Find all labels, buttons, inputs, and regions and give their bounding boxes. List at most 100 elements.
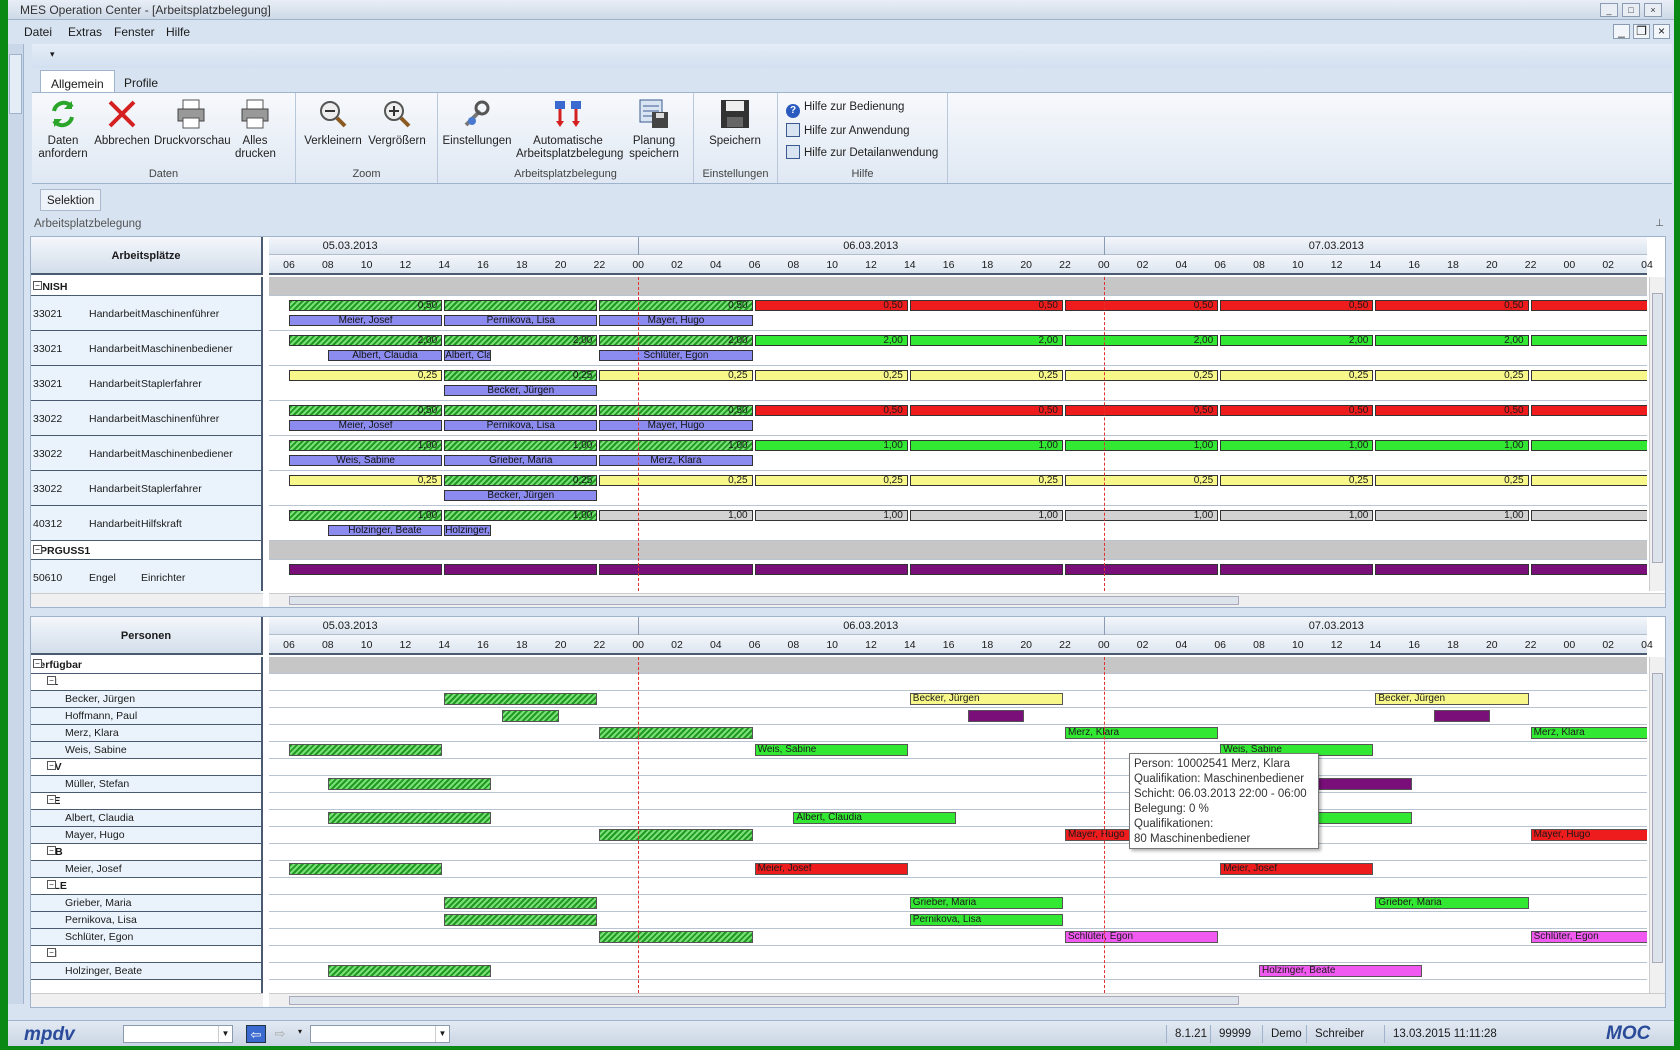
capacity-bar[interactable]: 1,00 — [754, 510, 908, 521]
menu-datei[interactable]: Datei — [24, 25, 52, 39]
collapse-icon[interactable]: − — [47, 846, 56, 855]
einstellungen-button[interactable]: Einstellungen — [442, 97, 512, 148]
hilfe-detail-link[interactable]: Hilfe zur Detailanwendung — [786, 145, 938, 159]
assigned-person-bar[interactable]: Becker, Jürgen — [444, 385, 598, 396]
assigned-person-bar[interactable]: Holzinger, Beate — [327, 525, 443, 536]
chevron-down-icon[interactable]: ▼ — [218, 1026, 232, 1042]
capacity-bar[interactable]: 0,50 — [1375, 300, 1529, 311]
capacity-bar[interactable] — [289, 564, 443, 575]
shift-bar[interactable] — [289, 744, 443, 756]
capacity-bar[interactable]: 0,25 — [1375, 370, 1529, 381]
top-vertical-scrollbar[interactable] — [1649, 277, 1665, 591]
shift-bar[interactable]: Schlüter, Egon — [1530, 931, 1647, 943]
capacity-bar[interactable]: 2,00 — [1220, 335, 1374, 346]
capacity-bar[interactable]: 0,25 — [1220, 475, 1374, 486]
verkleinern-button[interactable]: Verkleinern — [304, 97, 362, 148]
shift-bar[interactable] — [502, 710, 559, 722]
capacity-bar[interactable]: 0,50 — [1530, 300, 1647, 311]
shift-bar[interactable] — [599, 931, 753, 943]
person-row[interactable]: Holzinger, Beate — [31, 963, 261, 980]
person-row[interactable]: Albert, Claudia — [31, 810, 261, 827]
capacity-bar[interactable]: 1,00 — [1375, 510, 1529, 521]
person-row[interactable]: Hoffmann, Paul — [31, 708, 261, 725]
capacity-bar[interactable]: 0,25 — [599, 475, 753, 486]
workplace-row[interactable]: 33022 Handarbeit Maschinenbediener — [31, 436, 261, 471]
shift-bar[interactable] — [444, 897, 598, 909]
abbrechen-button[interactable]: Abbrechen — [94, 97, 150, 148]
capacity-bar[interactable]: 0,50 — [289, 300, 443, 311]
top-hscroll-thumb[interactable] — [289, 596, 1239, 605]
person-row[interactable]: Müller, Stefan — [31, 776, 261, 793]
capacity-bar[interactable]: 0,25 — [1065, 370, 1219, 381]
capacity-bar[interactable]: 1,00 — [599, 510, 753, 521]
capacity-bar[interactable] — [444, 300, 598, 311]
workplace-row[interactable]: 33022 Handarbeit Maschinenführer — [31, 401, 261, 436]
shift-bar[interactable] — [444, 914, 598, 926]
person-group[interactable]: −DV — [31, 759, 261, 776]
person-row[interactable]: Pernikova, Lisa — [31, 912, 261, 929]
capacity-bar[interactable]: 2,00 — [1530, 335, 1647, 346]
shift-bar[interactable] — [599, 727, 753, 739]
status-combo-1[interactable]: ▼ — [123, 1025, 233, 1043]
capacity-bar[interactable]: 0,50 — [289, 405, 443, 416]
person-group[interactable]: −VI — [31, 946, 261, 963]
capacity-bar[interactable]: 0,25 — [1375, 475, 1529, 486]
capacity-bar[interactable]: 1,00 — [909, 440, 1063, 451]
shift-bar[interactable] — [289, 863, 443, 875]
shift-bar[interactable]: Schlüter, Egon — [1065, 931, 1219, 943]
shift-bar[interactable] — [327, 965, 491, 977]
close-button[interactable]: × — [1644, 3, 1662, 17]
capacity-bar[interactable]: 0,25 — [754, 370, 908, 381]
person-group[interactable]: −11 — [31, 674, 261, 691]
mdi-minimize-button[interactable]: _ — [1613, 24, 1630, 39]
tab-allgemein[interactable]: Allgemein — [40, 70, 115, 92]
shift-bar[interactable]: Mayer, Hugo — [1530, 829, 1647, 841]
shift-bar[interactable] — [327, 812, 491, 824]
assigned-person-bar[interactable]: Merz, Klara — [599, 455, 753, 466]
person-row[interactable]: Becker, Jürgen — [31, 691, 261, 708]
top-left-hscrollbar[interactable] — [31, 593, 263, 607]
mdi-close-button[interactable]: × — [1653, 24, 1670, 39]
workplace-row[interactable]: 33021 Handarbeit Maschinenbediener — [31, 331, 261, 366]
capacity-bar[interactable]: 0,50 — [599, 300, 753, 311]
capacity-bar[interactable]: 1,00 — [754, 440, 908, 451]
workplace-group[interactable]: − SPRGUSS1 — [31, 541, 261, 560]
top-vscroll-thumb[interactable] — [1652, 293, 1663, 563]
hilfe-bedienung-link[interactable]: ? Hilfe zur Bedienung — [786, 101, 904, 118]
capacity-bar[interactable]: 1,00 — [1065, 510, 1219, 521]
capacity-bar[interactable] — [444, 564, 598, 575]
assigned-person-bar[interactable]: Pernikova, Lisa — [444, 420, 598, 431]
qat-dropdown-icon[interactable]: ▾ — [50, 49, 55, 60]
person-group[interactable]: − Verfügbar — [31, 657, 261, 674]
speichern-button[interactable]: Speichern — [704, 97, 766, 148]
assigned-person-bar[interactable]: Meier, Josef — [289, 420, 443, 431]
collapse-icon[interactable]: − — [33, 659, 42, 668]
druckvorschau-button[interactable]: Druckvorschau — [154, 97, 231, 148]
collapse-icon[interactable]: − — [33, 281, 42, 290]
capacity-bar[interactable]: 1,00 — [1375, 440, 1529, 451]
capacity-bar[interactable]: 2,00 — [444, 335, 598, 346]
selektion-button[interactable]: Selektion — [40, 189, 102, 211]
capacity-bar[interactable] — [1530, 564, 1647, 575]
capacity-bar[interactable]: 0,50 — [1220, 300, 1374, 311]
assigned-person-bar[interactable]: Grieber, Maria — [444, 455, 598, 466]
capacity-bar[interactable]: 1,00 — [1065, 440, 1219, 451]
top-hscrollbar[interactable] — [269, 593, 1665, 607]
capacity-bar[interactable] — [909, 564, 1063, 575]
collapse-icon[interactable]: − — [47, 676, 56, 685]
capacity-bar[interactable]: 0,25 — [1530, 475, 1647, 486]
collapse-icon[interactable]: − — [33, 545, 42, 554]
assigned-person-bar[interactable]: Pernikova, Lisa — [444, 315, 598, 326]
bottom-hscroll-thumb[interactable] — [289, 996, 1239, 1005]
person-group[interactable]: −GB — [31, 844, 261, 861]
shift-bar[interactable]: Merz, Klara — [1065, 727, 1219, 739]
menu-fenster[interactable]: Fenster — [114, 25, 155, 39]
capacity-bar[interactable]: 1,00 — [289, 510, 443, 521]
bottom-vscroll-thumb[interactable] — [1652, 673, 1663, 963]
assigned-person-bar[interactable]: Weis, Sabine — [289, 455, 443, 466]
capacity-bar[interactable]: 2,00 — [754, 335, 908, 346]
capacity-bar[interactable]: 1,00 — [1530, 510, 1647, 521]
capacity-bar[interactable]: 2,00 — [909, 335, 1063, 346]
capacity-bar[interactable]: 0,50 — [754, 405, 908, 416]
daten-anfordern-button[interactable]: Daten anfordern — [36, 97, 90, 161]
